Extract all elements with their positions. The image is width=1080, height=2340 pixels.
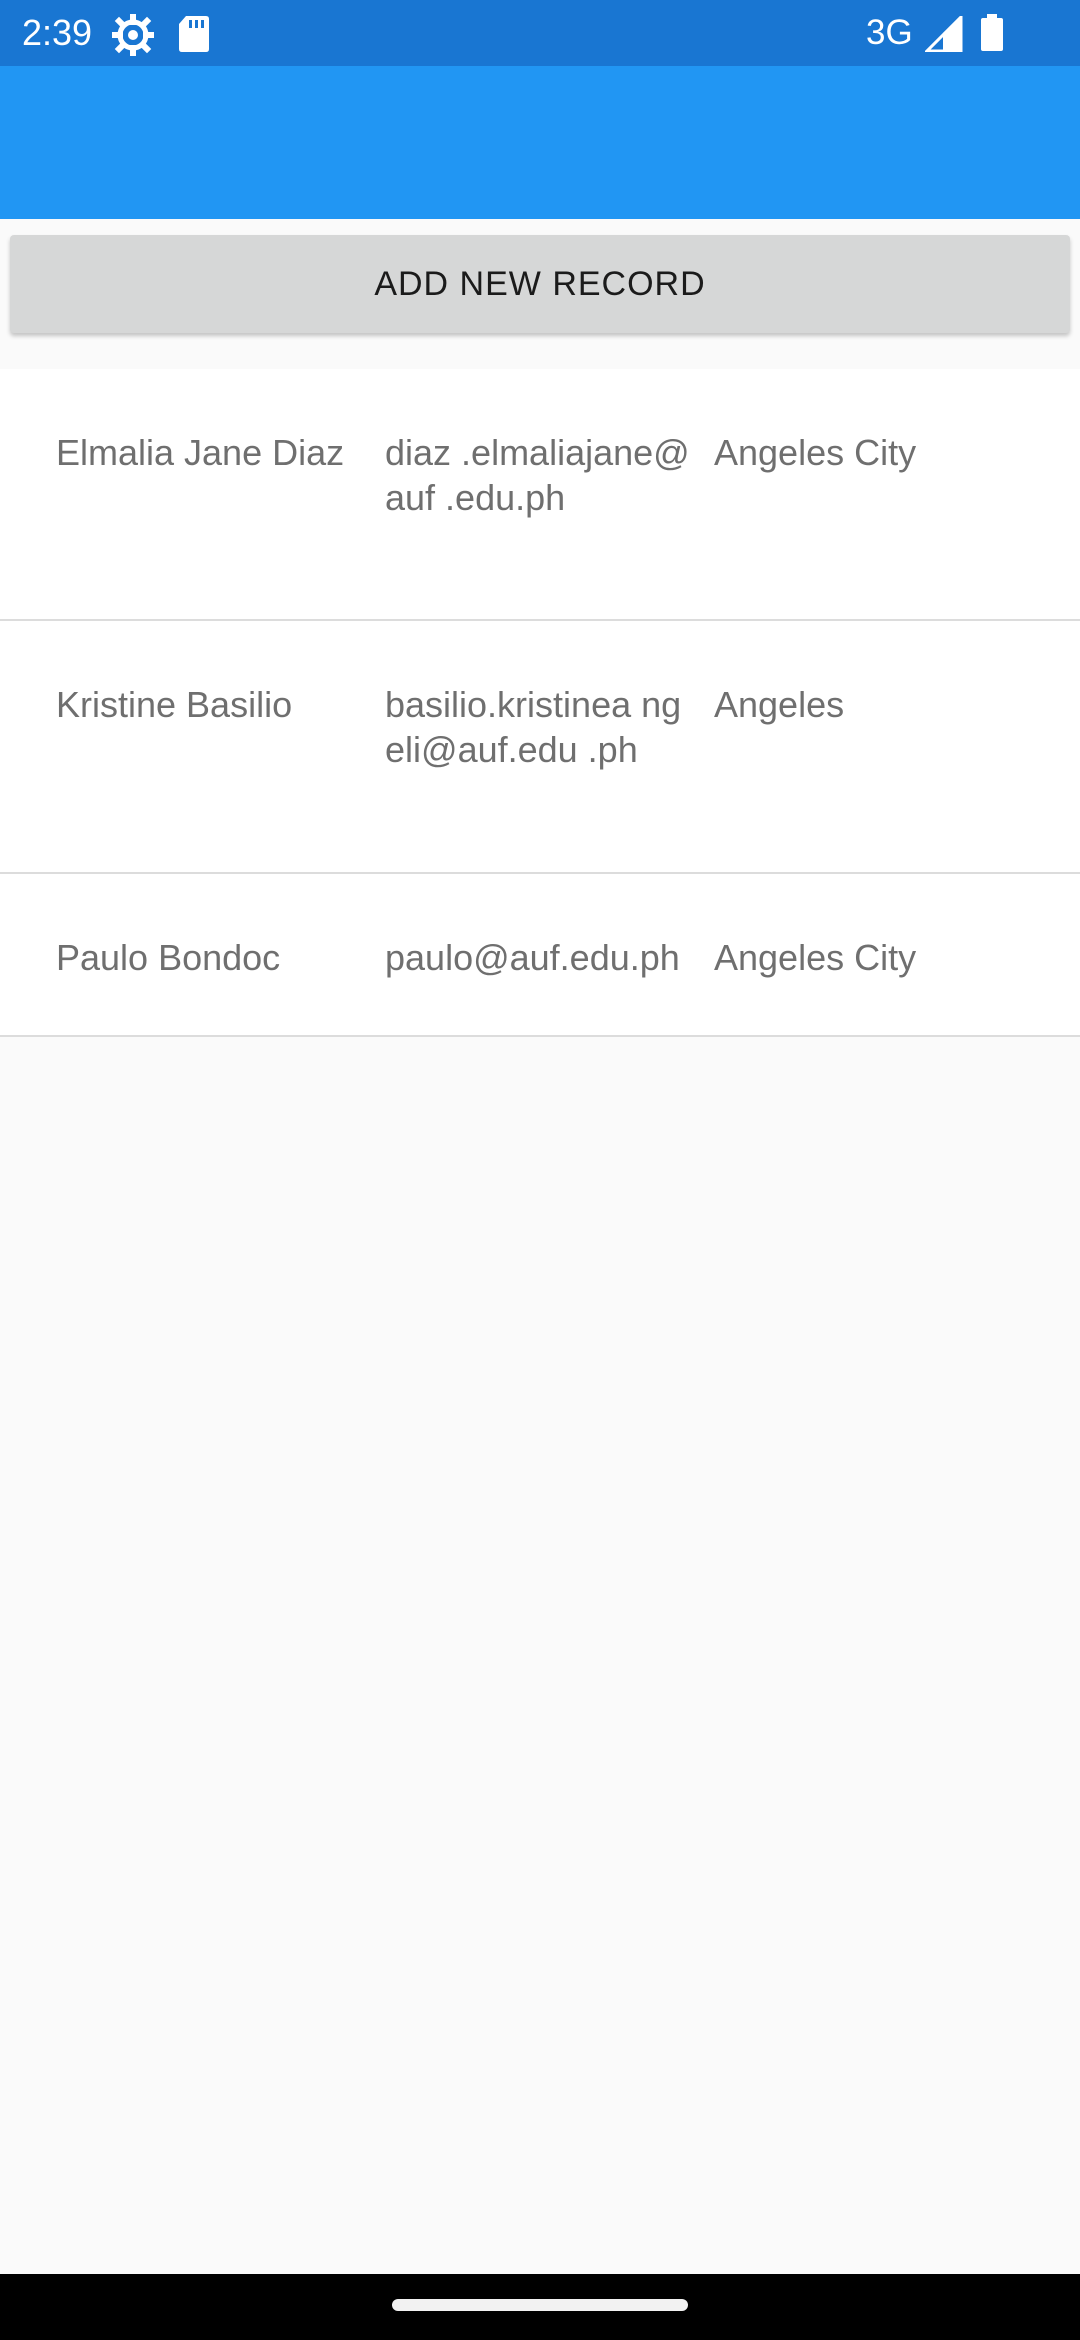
app-bar <box>0 66 1080 219</box>
record-city: Angeles <box>714 684 845 725</box>
status-bar: 2:39 3G <box>0 0 1080 66</box>
record-row[interactable]: Kristine Basilio basilio.kristinea ngeli… <box>0 621 1080 874</box>
add-new-record-button[interactable]: ADD NEW RECORD <box>10 235 1070 333</box>
record-city: Angeles City <box>714 937 917 978</box>
record-city: Angeles City <box>714 432 917 473</box>
record-email: diaz .elmaliajane@auf .edu.ph <box>385 432 690 518</box>
record-name: Kristine Basilio <box>56 684 293 725</box>
record-name: Elmalia Jane Diaz <box>56 432 345 473</box>
signal-icon <box>925 16 963 52</box>
record-email: basilio.kristinea ngeli@auf.edu .ph <box>385 684 682 770</box>
home-indicator[interactable] <box>392 2299 688 2311</box>
navigation-bar <box>0 2274 1080 2340</box>
record-row[interactable]: Paulo Bondoc paulo@auf.edu.ph Angeles Ci… <box>0 874 1080 1037</box>
status-time: 2:39 <box>22 12 93 53</box>
record-email: paulo@auf.edu.ph <box>385 937 680 978</box>
record-row[interactable]: Elmalia Jane Diaz diaz .elmaliajane@auf … <box>0 369 1080 621</box>
battery-icon <box>981 14 1003 51</box>
settings-gear-icon <box>112 14 154 56</box>
record-name: Paulo Bondoc <box>56 937 281 978</box>
network-type-label: 3G <box>866 13 913 52</box>
records-list: Elmalia Jane Diaz diaz .elmaliajane@auf … <box>0 369 1080 1037</box>
sd-card-icon <box>179 16 209 52</box>
